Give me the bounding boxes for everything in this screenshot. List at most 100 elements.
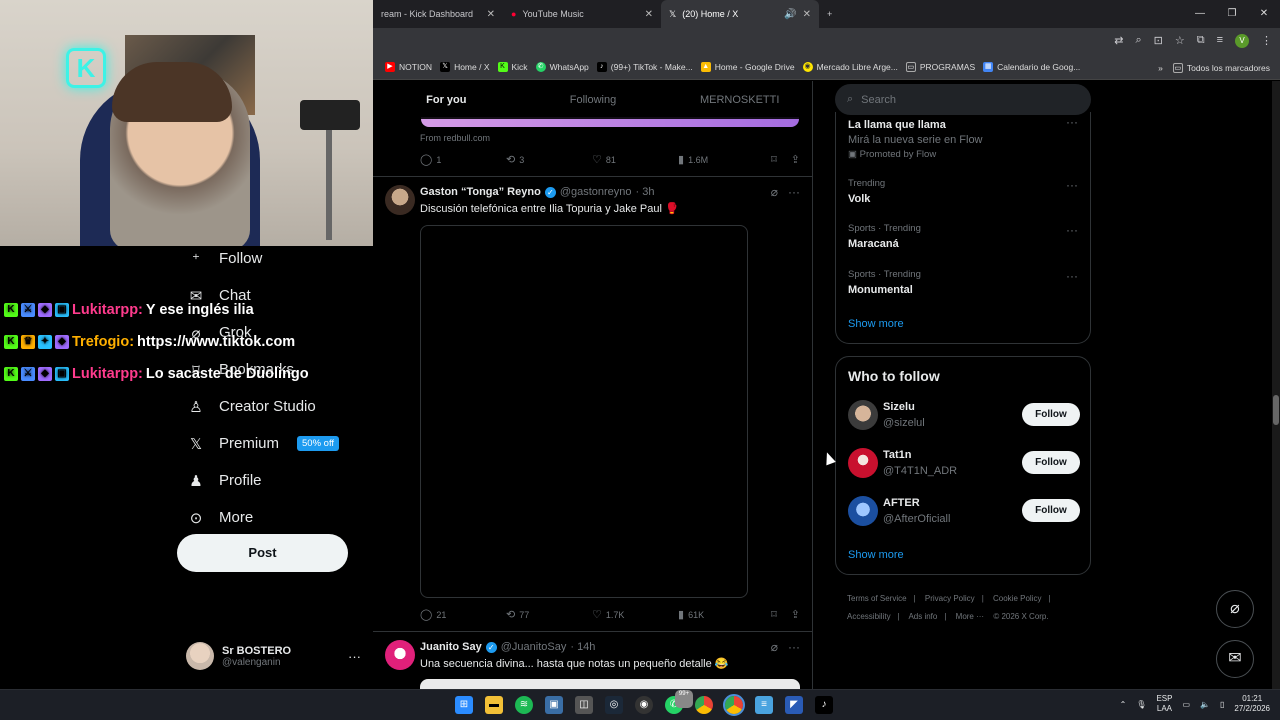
- reply-button[interactable]: ◯ 1: [420, 153, 506, 166]
- bookmark-icon[interactable]: ⌑: [771, 153, 777, 166]
- tiktok-icon[interactable]: ♪: [815, 696, 833, 714]
- grok-fab-button[interactable]: ⌀: [1216, 590, 1254, 628]
- grok-icon[interactable]: ⌀: [771, 640, 778, 654]
- more-icon[interactable]: ···: [1066, 223, 1078, 237]
- more-icon[interactable]: ···: [788, 185, 800, 199]
- share-icon[interactable]: ⇪: [791, 608, 800, 621]
- trends-show-more[interactable]: Show more: [848, 318, 904, 330]
- reply-button[interactable]: ◯ 21: [420, 608, 506, 621]
- store-icon[interactable]: ▣: [545, 696, 563, 714]
- translate-icon[interactable]: ⇄: [1114, 34, 1123, 48]
- close-icon[interactable]: ✕: [645, 9, 653, 20]
- trend-item[interactable]: Sports · Trending Maracaná ···: [848, 223, 1078, 250]
- kebab-menu-icon[interactable]: ⋮: [1261, 34, 1272, 48]
- notepad-icon[interactable]: ≡: [755, 696, 773, 714]
- nav-creator-studio[interactable]: ♙ Creator Studio: [177, 388, 367, 425]
- speaker-icon[interactable]: 🔊: [784, 9, 796, 20]
- tab-home-x[interactable]: 𝕏 (20) Home / X 🔊 ✕: [661, 0, 819, 28]
- trend-item[interactable]: Trending Volk ···: [848, 178, 1078, 205]
- footer-link-more[interactable]: More ···: [956, 612, 984, 621]
- bookmark-item[interactable]: ▭ PROGRAMAS: [905, 62, 975, 72]
- tweet-author-name[interactable]: Juanito Say: [420, 641, 482, 653]
- close-icon[interactable]: ✕: [803, 9, 811, 20]
- zoom-icon[interactable]: ⌕: [1135, 34, 1141, 48]
- chrome-icon[interactable]: [723, 694, 745, 716]
- volume-icon[interactable]: 🔈: [1200, 700, 1210, 709]
- bookmark-item[interactable]: ▶ NOTION: [385, 62, 432, 72]
- bookmark-icon[interactable]: ⌑: [771, 608, 777, 621]
- page-scrollbar[interactable]: [1272, 81, 1280, 689]
- messages-fab-button[interactable]: ✉: [1216, 640, 1254, 678]
- bookmark-item[interactable]: ▦ Calendario de Goog...: [983, 62, 1080, 72]
- tab-for-you[interactable]: For you: [373, 81, 520, 119]
- share-icon[interactable]: ⇪: [791, 153, 800, 166]
- tweet-video[interactable]: [420, 225, 748, 598]
- chevron-up-icon[interactable]: ⌃: [1120, 700, 1127, 709]
- microphone-icon[interactable]: 🎙: [1136, 700, 1146, 709]
- more-icon[interactable]: ···: [788, 640, 800, 654]
- bookmark-item[interactable]: ♪ (99+) TikTok - Make...: [596, 62, 693, 72]
- more-icon[interactable]: ···: [1066, 115, 1078, 129]
- tweet-time[interactable]: · 14h: [570, 641, 595, 653]
- footer-link-privacy[interactable]: Privacy Policy: [925, 594, 975, 603]
- footer-link-terms[interactable]: Terms of Service: [847, 594, 907, 603]
- minimize-icon[interactable]: —: [1184, 0, 1216, 28]
- follow-button[interactable]: Follow: [1022, 403, 1080, 426]
- bookmark-item[interactable]: K Kick: [497, 62, 528, 72]
- tweet-time[interactable]: · 3h: [636, 186, 655, 198]
- obs-icon[interactable]: ◉: [635, 696, 653, 714]
- bookmark-item[interactable]: ▲ Home - Google Drive: [700, 62, 795, 72]
- tweet-author-handle[interactable]: @gastonreyno: [560, 186, 632, 198]
- star-icon[interactable]: ☆: [1175, 34, 1185, 48]
- profile-avatar[interactable]: V: [1235, 34, 1249, 48]
- account-switcher[interactable]: Sr BOSTERO @valenganin ···: [186, 640, 361, 672]
- more-icon[interactable]: ···: [1066, 269, 1078, 283]
- search-input[interactable]: ⌕ Search: [835, 84, 1091, 115]
- tweet-author-name[interactable]: Gaston “Tonga” Reyno: [420, 186, 541, 198]
- bookmark-item[interactable]: ✆ WhatsApp: [535, 62, 589, 72]
- views-button[interactable]: ▮ 1.6M: [678, 153, 764, 166]
- extensions-icon[interactable]: ⧉: [1197, 34, 1205, 48]
- scrollbar-thumb[interactable]: [1273, 395, 1279, 425]
- battery-icon[interactable]: ▯: [1220, 700, 1224, 709]
- new-tab-button[interactable]: +: [819, 0, 840, 28]
- repost-button[interactable]: ⟲ 77: [506, 608, 592, 621]
- restore-icon[interactable]: ❐: [1216, 0, 1248, 28]
- views-button[interactable]: ▮ 61K: [678, 608, 764, 621]
- nav-follow[interactable]: ⁺ Follow: [177, 240, 367, 277]
- nav-more[interactable]: ⊙ More: [177, 499, 367, 536]
- tweet-author-handle[interactable]: @JuanitoSay: [501, 641, 567, 653]
- install-icon[interactable]: ⊡: [1154, 34, 1163, 48]
- chrome-icon[interactable]: [695, 696, 713, 714]
- visual-studio-icon[interactable]: ◤: [785, 696, 803, 714]
- like-button[interactable]: ♡ 1.7K: [592, 608, 678, 621]
- tab-mernosketti[interactable]: MERNOSKETTI: [666, 81, 812, 119]
- nav-profile[interactable]: ♟ Profile: [177, 462, 367, 499]
- nav-premium[interactable]: 𝕏 Premium 50% off: [177, 425, 367, 462]
- grok-icon[interactable]: ⌀: [771, 185, 778, 199]
- tweet-media[interactable]: [420, 679, 800, 689]
- who-to-follow-show-more[interactable]: Show more: [848, 549, 904, 561]
- footer-link-cookies[interactable]: Cookie Policy: [993, 594, 1041, 603]
- bookmarks-overflow-button[interactable]: »: [1158, 63, 1163, 73]
- trend-item[interactable]: Sports · Trending Monumental ···: [848, 269, 1078, 296]
- bookmark-item[interactable]: 𝕏 Home / X: [440, 62, 490, 72]
- follow-suggestion[interactable]: Tat1n @T4T1N_ADR Follow: [848, 447, 1080, 483]
- follow-suggestion[interactable]: AFTER @AfterOficiall Follow: [848, 495, 1080, 531]
- avatar[interactable]: [385, 185, 415, 215]
- tab-youtube-music[interactable]: ● YouTube Music ✕: [503, 0, 661, 28]
- tab-kick-dashboard[interactable]: ream - Kick Dashboard ✕: [373, 0, 503, 28]
- follow-button[interactable]: Follow: [1022, 499, 1080, 522]
- like-button[interactable]: ♡ 81: [592, 153, 678, 166]
- post-button[interactable]: Post: [177, 534, 348, 572]
- more-icon[interactable]: ···: [348, 649, 361, 664]
- bookmark-item[interactable]: ◉ Mercado Libre Arge...: [802, 62, 898, 72]
- trend-item[interactable]: La llama que llama Mirá la nueva serie e…: [848, 115, 1078, 160]
- spotify-icon[interactable]: ≋: [515, 696, 533, 714]
- capture-icon[interactable]: ◫: [575, 696, 593, 714]
- network-icon[interactable]: ▭: [1182, 700, 1190, 709]
- close-window-icon[interactable]: ✕: [1248, 0, 1280, 28]
- windows-start-icon[interactable]: ⊞: [455, 696, 473, 714]
- repost-button[interactable]: ⟲ 3: [506, 153, 592, 166]
- more-icon[interactable]: ···: [1066, 178, 1078, 192]
